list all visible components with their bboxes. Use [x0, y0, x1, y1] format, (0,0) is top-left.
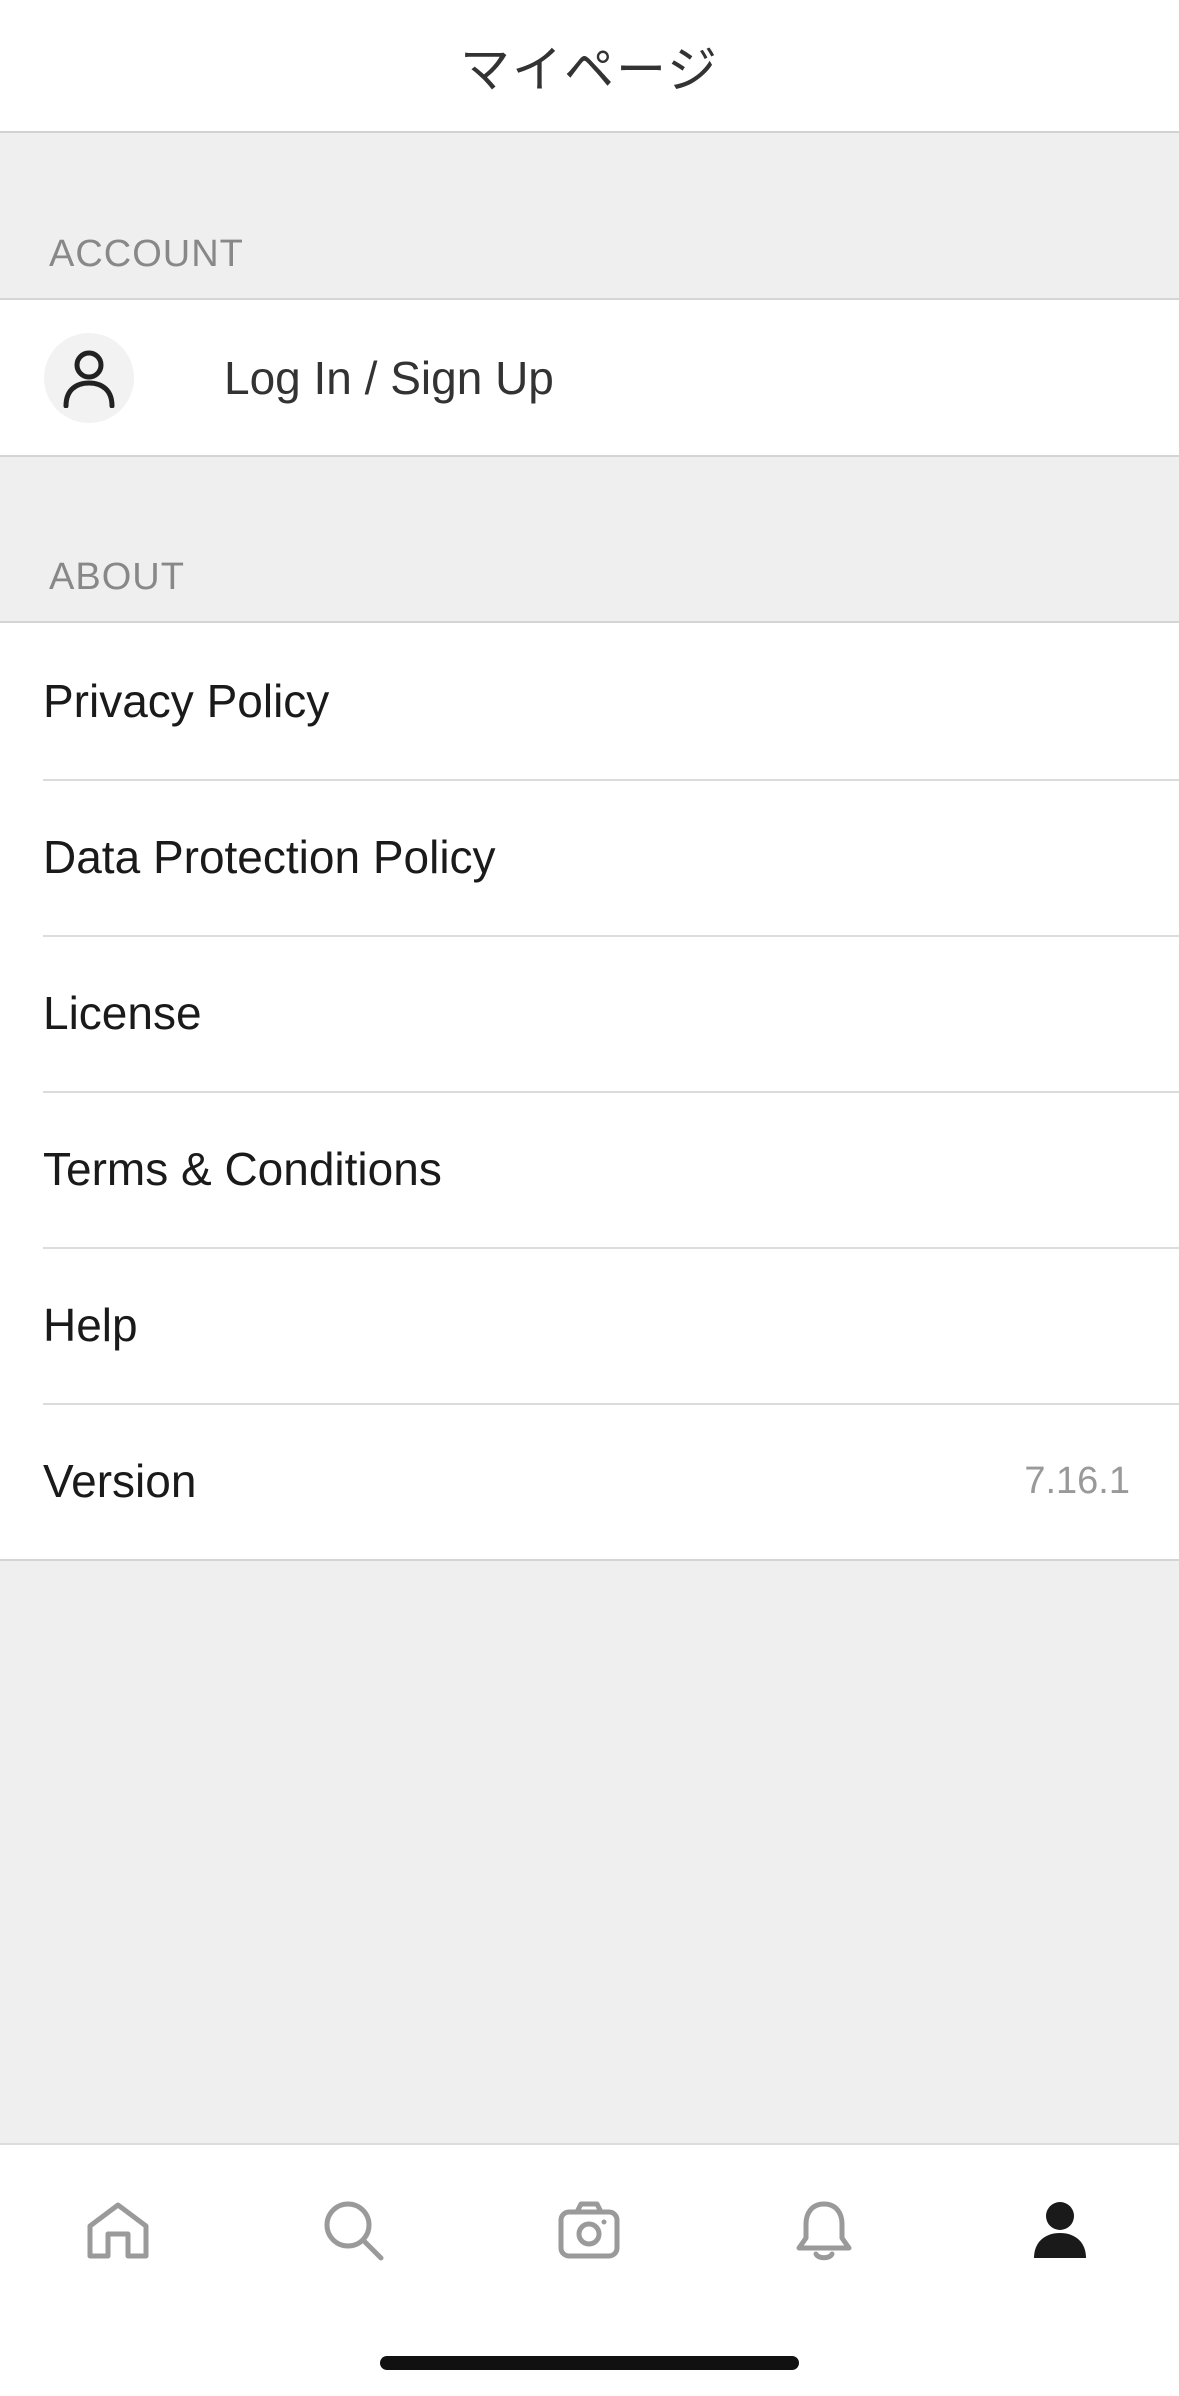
tab-my-page[interactable]: [1000, 2185, 1120, 2275]
person-icon: [1034, 2202, 1086, 2258]
row-label: Data Protection Policy: [43, 831, 496, 883]
about-group: Privacy Policy Data Protection Policy Li…: [0, 621, 1179, 1561]
login-signup-label: Log In / Sign Up: [224, 351, 554, 404]
row-label: Help: [43, 1299, 138, 1351]
bell-icon: [796, 2201, 852, 2261]
home-indicator: [380, 2356, 799, 2370]
search-icon: [324, 2201, 384, 2261]
version-value: 7.16.1: [1024, 1459, 1130, 1502]
my-page-screen: マイページ ACCOUNT Log In / Sign Up ABOUT Pri…: [0, 0, 1179, 2396]
privacy-policy-row[interactable]: Privacy Policy: [0, 623, 1179, 779]
about-section-header: ABOUT: [49, 556, 185, 598]
help-row[interactable]: Help: [0, 1247, 1179, 1403]
account-group: Log In / Sign Up: [0, 298, 1179, 457]
page-title: マイページ: [460, 40, 719, 99]
person-outline-icon: [63, 350, 115, 408]
camera-icon: [558, 2201, 620, 2259]
navigation-bar: マイページ: [0, 0, 1179, 133]
tab-home[interactable]: [58, 2185, 178, 2275]
row-label: Terms & Conditions: [43, 1143, 442, 1195]
home-icon: [87, 2202, 149, 2259]
row-label: Privacy Policy: [43, 675, 330, 727]
account-section-header: ACCOUNT: [49, 233, 244, 275]
login-signup-row[interactable]: Log In / Sign Up: [0, 300, 1179, 455]
row-label: License: [43, 987, 202, 1039]
tab-search[interactable]: [293, 2185, 413, 2275]
terms-conditions-row[interactable]: Terms & Conditions: [0, 1091, 1179, 1247]
data-protection-policy-row[interactable]: Data Protection Policy: [0, 779, 1179, 935]
tab-notifications[interactable]: [764, 2185, 884, 2275]
tab-camera[interactable]: [529, 2185, 649, 2275]
version-row: Version 7.16.1: [0, 1403, 1179, 1559]
avatar: [44, 332, 134, 423]
row-label: Version: [43, 1455, 197, 1507]
license-row[interactable]: License: [0, 935, 1179, 1091]
